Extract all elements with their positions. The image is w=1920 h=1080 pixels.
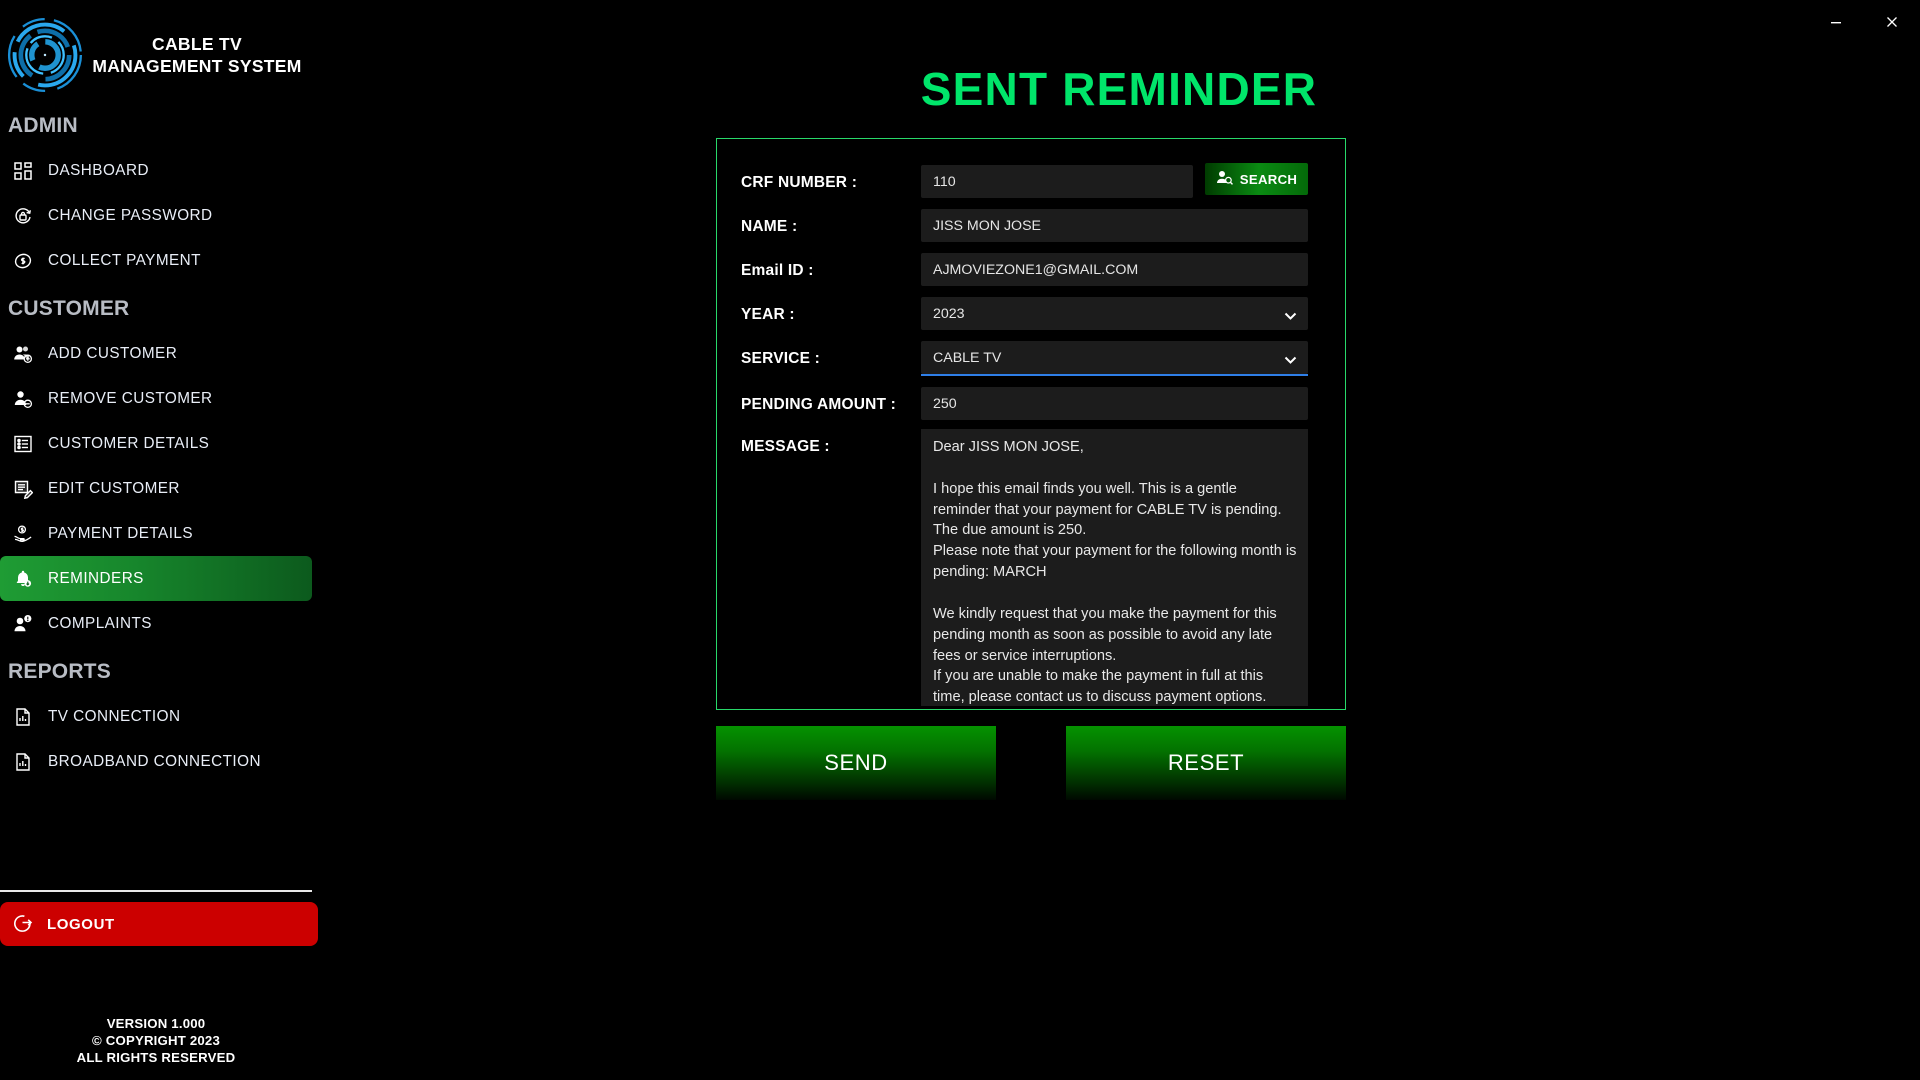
sidebar-item-label: CUSTOMER DETAILS [48,434,210,452]
reminder-form-panel: CRF NUMBER : SEARCH [716,138,1346,710]
form-row-service: SERVICE : CABLE TV [717,341,1345,376]
year-label: YEAR : [741,306,795,323]
password-reset-icon [12,205,34,227]
sidebar-item-dashboard[interactable]: DASHBOARD [0,148,312,193]
message-textarea[interactable]: Dear JISS MON JOSE, I hope this email fi… [921,429,1308,706]
search-button-label: SEARCH [1239,171,1298,187]
sidebar-item-payment-details[interactable]: PAYMENT DETAILS [0,511,312,556]
dashboard-icon [12,160,34,182]
form-row-year: YEAR : 2023 [717,297,1345,330]
sidebar-item-change-password[interactable]: CHANGE PASSWORD [0,193,312,238]
money-icon [12,250,34,272]
form-row-message: MESSAGE : Dear JISS MON JOSE, I hope thi… [717,429,1345,711]
section-heading-customer: CUSTOMER [8,297,130,320]
sidebar-divider [0,890,312,892]
sidebar-item-reminders[interactable]: REMINDERS [0,556,312,601]
year-select[interactable]: 2023 [921,297,1308,330]
sidebar-item-complaints[interactable]: COMPLAINTS [0,601,312,646]
edit-document-icon [12,478,34,500]
service-label: SERVICE : [741,350,821,367]
app-window: CABLE TV MANAGEMENT SYSTEM ADMIN DASHBOA… [0,0,1920,1080]
message-label: MESSAGE : [741,438,830,455]
sidebar-item-label: DASHBOARD [48,161,149,179]
sidebar-item-label: ADD CUSTOMER [48,344,178,362]
sidebar: CABLE TV MANAGEMENT SYSTEM ADMIN DASHBOA… [0,0,318,1080]
sidebar-footer: VERSION 1.000 © COPYRIGHT 2023 ALL RIGHT… [0,1016,312,1067]
send-button[interactable]: SEND [716,726,996,800]
name-label: NAME : [741,218,798,235]
page-title: SENT REMINDER [920,63,1318,115]
sidebar-item-label: COLLECT PAYMENT [48,251,201,269]
brand: CABLE TV MANAGEMENT SYSTEM [0,0,318,100]
service-select-wrapper: CABLE TV [921,341,1308,376]
sidebar-item-label: EDIT CUSTOMER [48,479,180,497]
form-row-pending-amount: PENDING AMOUNT : [717,387,1345,420]
circular-tech-logo-icon [7,17,83,93]
app-logo [6,16,84,94]
crf-number-label: CRF NUMBER : [741,174,858,191]
pending-amount-label: PENDING AMOUNT : [741,396,897,413]
logout-button[interactable]: LOGOUT [0,902,318,946]
copyright-text: © COPYRIGHT 2023 [92,1032,220,1048]
crf-number-input[interactable] [921,165,1193,198]
main-content: SENT REMINDER CRF NUMBER : S [318,0,1920,1080]
sidebar-item-collect-payment[interactable]: COLLECT PAYMENT [0,238,312,283]
sidebar-item-remove-customer[interactable]: REMOVE CUSTOMER [0,376,312,421]
email-label: Email ID : [741,262,814,279]
sidebar-item-edit-customer[interactable]: EDIT CUSTOMER [0,466,312,511]
sidebar-item-label: REMINDERS [48,569,144,587]
form-row-email: Email ID : [717,253,1345,286]
pending-amount-input[interactable] [921,387,1308,420]
reset-button[interactable]: RESET [1066,726,1346,800]
year-select-wrapper: 2023 [921,297,1308,330]
sidebar-item-label: COMPLAINTS [48,614,152,632]
email-input[interactable] [921,253,1308,286]
report-chart-icon [12,751,34,773]
search-button[interactable]: SEARCH [1205,163,1308,195]
version-text: VERSION 1.000 [106,1016,206,1031]
sidebar-item-label: BROADBAND CONNECTION [48,752,261,770]
hand-money-icon [12,523,34,545]
user-search-icon [1216,170,1233,188]
brand-title: CABLE TV MANAGEMENT SYSTEM [92,33,302,76]
user-alert-icon [12,613,34,635]
section-heading-reports: REPORTS [8,660,111,683]
sidebar-item-tv-connection[interactable]: TV CONNECTION [0,694,312,739]
list-details-icon [12,433,34,455]
sidebar-item-broadband-connection[interactable]: BROADBAND CONNECTION [0,739,312,784]
logout-label: LOGOUT [47,915,115,933]
service-select[interactable]: CABLE TV [921,341,1308,374]
sidebar-item-label: CHANGE PASSWORD [48,206,213,224]
form-row-name: NAME : [717,209,1345,242]
sidebar-item-label: TV CONNECTION [48,707,181,725]
sidebar-item-add-customer[interactable]: ADD CUSTOMER [0,331,312,376]
report-chart-icon [12,706,34,728]
form-actions: SEND RESET [716,726,1346,800]
name-input[interactable] [921,209,1308,242]
logout-icon [12,912,33,937]
form-row-crf: CRF NUMBER : SEARCH [717,163,1345,198]
rights-text: ALL RIGHTS RESERVED [76,1049,236,1065]
bell-icon [12,568,34,590]
sidebar-item-label: PAYMENT DETAILS [48,524,194,542]
user-remove-icon [12,388,34,410]
sidebar-item-label: REMOVE CUSTOMER [48,389,213,407]
sidebar-item-customer-details[interactable]: CUSTOMER DETAILS [0,421,312,466]
section-heading-admin: ADMIN [8,114,78,137]
user-add-icon [12,343,34,365]
